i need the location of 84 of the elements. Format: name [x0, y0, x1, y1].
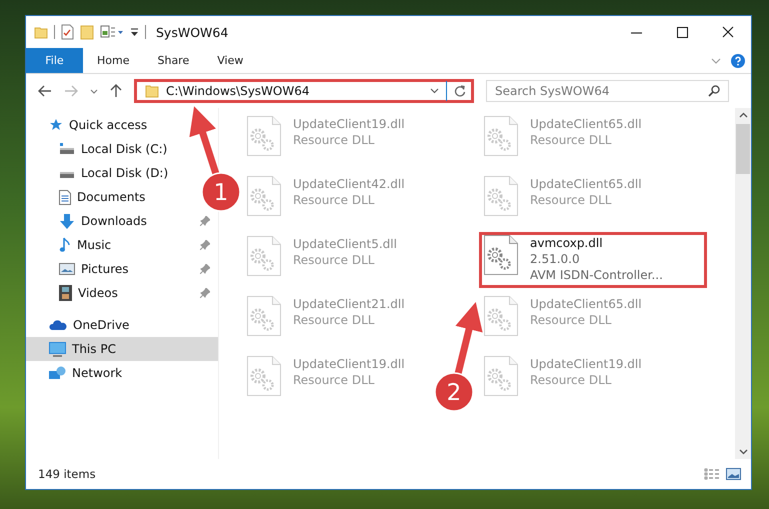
- layout-icon[interactable]: [100, 25, 124, 39]
- gear-file-icon: [484, 116, 518, 156]
- folder-icon: [145, 84, 159, 98]
- gear-file-icon: [247, 356, 281, 396]
- monitor-icon: [49, 342, 66, 356]
- star-icon: [49, 118, 63, 132]
- file-name: UpdateClient65.dll: [530, 116, 642, 132]
- film-icon: [59, 285, 72, 301]
- sidebar-item[interactable]: OneDrive: [26, 313, 218, 337]
- gear-file-icon: [247, 236, 281, 276]
- window-title: SysWOW64: [156, 24, 228, 40]
- music-note-icon: [59, 237, 71, 253]
- ribbon-tab[interactable]: View: [203, 48, 258, 73]
- file-detail: AVM ISDN-Controller...: [530, 267, 663, 283]
- ribbon-tab[interactable]: Home: [83, 48, 144, 73]
- up-arrow-icon[interactable]: [110, 84, 122, 98]
- callout-badge: 1: [201, 172, 241, 212]
- file-name: UpdateClient65.dll: [530, 176, 642, 192]
- file-menu[interactable]: File: [26, 48, 83, 73]
- back-arrow-icon[interactable]: [38, 85, 52, 97]
- file-detail: Resource DLL: [530, 372, 612, 388]
- close-icon: [722, 26, 734, 38]
- gear-file-icon: [484, 296, 518, 336]
- scrollbar[interactable]: [735, 108, 751, 459]
- file-detail: Resource DLL: [293, 132, 376, 148]
- scroll-down-icon[interactable]: [738, 449, 748, 455]
- file-name: UpdateClient5.dll: [293, 236, 397, 252]
- gear-file-icon: [484, 176, 518, 216]
- scroll-up-icon[interactable]: [738, 112, 748, 118]
- sidebar-item[interactable]: Local Disk (C:): [26, 137, 182, 161]
- callout-badge: 2: [434, 372, 474, 412]
- download-arrow-icon: [59, 214, 75, 228]
- sidebar-item[interactable]: Quick access: [26, 113, 218, 137]
- file-name: avmcoxp.dll: [530, 235, 604, 251]
- gear-file-icon: [484, 235, 518, 275]
- customize-caret-icon[interactable]: [130, 27, 139, 37]
- sidebar-item[interactable]: Music: [26, 233, 218, 257]
- scrollbar-thumb[interactable]: [736, 124, 750, 174]
- file-item[interactable]: avmcoxp.dll 2.51.0.0 AVM ISDN-Controller...: [479, 232, 707, 288]
- gear-file-icon: [247, 296, 281, 336]
- search-icon[interactable]: [708, 85, 720, 97]
- details-view-icon[interactable]: [704, 468, 720, 480]
- gear-file-icon: [247, 176, 281, 216]
- file-name: UpdateClient42.dll: [293, 176, 405, 192]
- file-name: UpdateClient65.dll: [530, 296, 642, 312]
- document-icon: [59, 190, 71, 204]
- picture-icon: [59, 263, 75, 275]
- cloud-icon: [49, 320, 67, 330]
- dropdown-caret-icon[interactable]: [430, 88, 439, 94]
- file-name: UpdateClient19.dll: [293, 116, 405, 132]
- file-detail: Resource DLL: [293, 372, 376, 388]
- large-icons-view-icon[interactable]: [726, 468, 741, 480]
- file-detail: Resource DLL: [530, 132, 612, 148]
- sidebar-item[interactable]: Documents: [26, 185, 160, 209]
- file-detail: Resource DLL: [293, 252, 376, 268]
- refresh-icon[interactable]: [454, 85, 466, 97]
- file-detail: Resource DLL: [530, 312, 612, 328]
- gear-file-icon: [247, 116, 281, 156]
- file-detail: Resource DLL: [293, 192, 376, 208]
- sidebar-item[interactable]: Local Disk (D:): [26, 161, 182, 185]
- expand-ribbon-icon[interactable]: [711, 58, 721, 64]
- address-bar[interactable]: C:\Windows\SysWOW64: [134, 79, 474, 103]
- network-icon: [49, 366, 66, 380]
- properties-icon[interactable]: [61, 24, 74, 40]
- file-name: UpdateClient21.dll: [293, 296, 405, 312]
- gear-file-icon: [484, 356, 518, 396]
- file-detail: Resource DLL: [293, 312, 376, 328]
- file-name: UpdateClient19.dll: [530, 356, 642, 372]
- file-detail: 2.51.0.0: [530, 251, 581, 267]
- callout-arrow: [189, 106, 220, 176]
- help-icon[interactable]: [731, 54, 745, 68]
- ribbon-tab[interactable]: Share: [143, 48, 204, 73]
- drive-icon: [59, 143, 75, 155]
- recent-caret-icon[interactable]: [90, 88, 98, 94]
- sidebar-item[interactable]: This PC: [26, 337, 218, 361]
- search-field[interactable]: Search SysWOW64: [486, 80, 729, 102]
- sidebar-item[interactable]: Network: [26, 361, 218, 385]
- item-count: 149 items: [38, 467, 96, 481]
- sidebar-item[interactable]: Downloads: [26, 209, 218, 233]
- maximize-icon: [676, 26, 688, 38]
- sidebar-item[interactable]: Pictures: [26, 257, 218, 281]
- file-detail: Resource DLL: [530, 192, 612, 208]
- file-name: UpdateClient19.dll: [293, 356, 405, 372]
- sidebar-item[interactable]: Videos: [26, 281, 218, 305]
